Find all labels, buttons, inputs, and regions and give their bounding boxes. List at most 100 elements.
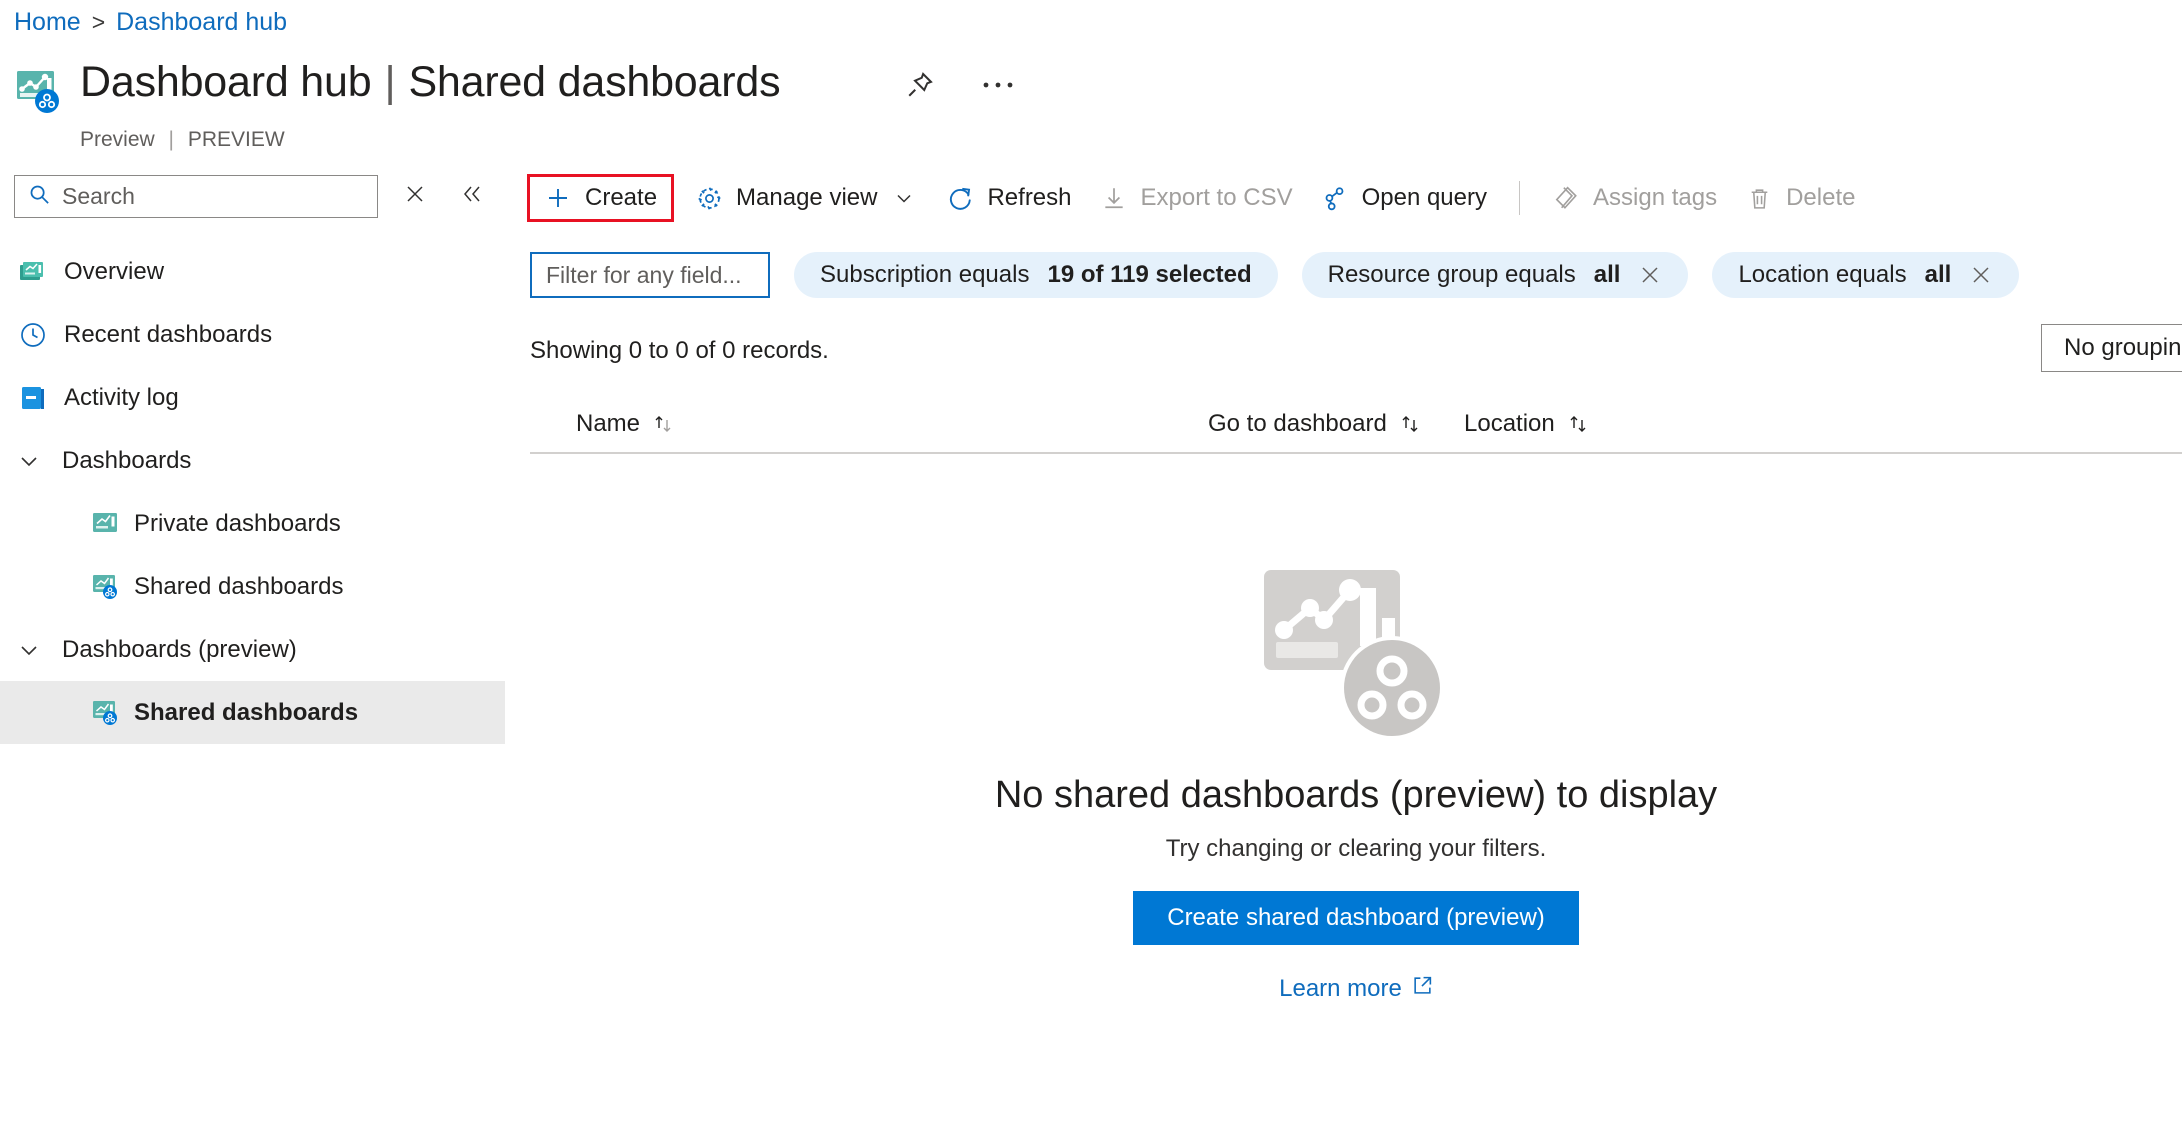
- filter-placeholder: Filter for any field...: [546, 261, 742, 288]
- search-placeholder: Search: [62, 183, 135, 209]
- activity-log-icon: [18, 383, 48, 413]
- sidebar-item-shared-dashboards[interactable]: Shared dashboards: [0, 555, 505, 618]
- chip-value: all: [1924, 261, 1952, 288]
- sidebar-item-label: Recent dashboards: [64, 320, 273, 348]
- open-query-icon: [1321, 184, 1349, 212]
- breadcrumb-separator-icon: >: [91, 9, 106, 35]
- sidebar-item-recent-dashboards[interactable]: Recent dashboards: [0, 303, 505, 366]
- shared-dashboard-icon: [16, 68, 62, 114]
- empty-state-subtitle: Try changing or clearing your filters.: [1165, 835, 1547, 862]
- sidebar-item-label: Overview: [64, 257, 165, 285]
- command-toolbar: Create Manage view Refresh Export to CSV…: [526, 170, 2182, 226]
- chip-prefix: Subscription equals: [820, 261, 1030, 288]
- learn-more-label: Learn more: [1279, 975, 1402, 1002]
- open-query-label: Open query: [1361, 184, 1487, 211]
- sort-icon: [651, 412, 675, 436]
- double-chevron-left-icon[interactable]: [460, 183, 484, 210]
- ellipsis-icon[interactable]: [981, 79, 1015, 91]
- sidebar-group-dashboards-preview[interactable]: Dashboards (preview): [0, 618, 505, 681]
- breadcrumb-current[interactable]: Dashboard hub: [116, 8, 287, 37]
- sidebar-search-row: Search: [0, 175, 505, 218]
- filter-chip-location[interactable]: Location equals all: [1712, 252, 2020, 298]
- close-icon[interactable]: [404, 183, 426, 210]
- external-link-icon: [1412, 975, 1433, 1003]
- create-button[interactable]: Create: [526, 174, 675, 222]
- column-header-location[interactable]: Location: [1464, 410, 1590, 438]
- delete-button: Delete: [1731, 177, 1869, 219]
- filter-chip-subscription[interactable]: Subscription equals 19 of 119 selected: [794, 252, 1278, 298]
- azure-portal-page: Home > Dashboard hub Dashboard hub | Sha…: [0, 0, 2182, 1129]
- download-icon: [1100, 184, 1128, 212]
- open-query-button[interactable]: Open query: [1307, 177, 1501, 219]
- chevron-down-icon: [14, 635, 44, 665]
- manage-view-label: Manage view: [736, 184, 878, 211]
- create-shared-dashboard-button[interactable]: Create shared dashboard (preview): [1133, 891, 1579, 945]
- page-header-actions: [905, 70, 1015, 100]
- records-count: Showing 0 to 0 of 0 records.: [530, 337, 829, 364]
- table-header-row: Name Go to dashboard Location: [530, 396, 2182, 454]
- column-header-go-to-dashboard[interactable]: Go to dashboard: [1208, 410, 1464, 438]
- status-preview: Preview: [80, 128, 155, 151]
- sort-icon: [1566, 412, 1590, 436]
- page-title-secondary: Shared dashboards: [408, 58, 781, 106]
- trash-icon: [1745, 184, 1773, 212]
- empty-state-title: No shared dashboards (preview) to displa…: [994, 774, 1718, 816]
- page-status-line: Preview | PREVIEW: [80, 128, 285, 152]
- empty-state: No shared dashboards (preview) to displa…: [530, 564, 2182, 1003]
- sort-icon: [1398, 412, 1422, 436]
- tag-icon: [1552, 184, 1580, 212]
- chip-prefix: Resource group equals: [1327, 261, 1576, 288]
- toolbar-divider: [1519, 181, 1520, 215]
- shared-dashboard-icon: [92, 699, 119, 726]
- sidebar-group-dashboards[interactable]: Dashboards: [0, 429, 505, 492]
- sidebar-item-label: Shared dashboards: [134, 698, 359, 726]
- chevron-down-icon: [890, 184, 918, 212]
- delete-label: Delete: [1786, 184, 1856, 211]
- dashboards-icon: [18, 257, 48, 287]
- grouping-dropdown[interactable]: No grouping: [2041, 324, 2182, 372]
- close-icon[interactable]: [1969, 263, 1993, 287]
- sidebar: Search Overview Recent dashboards Activi…: [0, 175, 505, 744]
- main-content: Create Manage view Refresh Export to CSV…: [526, 170, 2182, 1003]
- pin-icon[interactable]: [905, 70, 935, 100]
- breadcrumb-home[interactable]: Home: [14, 8, 81, 37]
- refresh-label: Refresh: [987, 184, 1072, 211]
- resources-table: Name Go to dashboard Location: [530, 396, 2182, 454]
- learn-more-link[interactable]: Learn more: [1279, 975, 1433, 1003]
- close-icon[interactable]: [1638, 263, 1662, 287]
- chevron-down-icon: [14, 446, 44, 476]
- column-label: Location: [1464, 410, 1555, 437]
- column-header-name[interactable]: Name: [576, 410, 1208, 438]
- chip-value: 19 of 119 selected: [1047, 261, 1252, 288]
- sidebar-item-label: Dashboards (preview): [62, 635, 297, 663]
- sidebar-item-activity-log[interactable]: Activity log: [0, 366, 505, 429]
- grouping-label: No grouping: [2064, 334, 2182, 361]
- breadcrumb: Home > Dashboard hub: [14, 8, 287, 37]
- shared-dashboard-icon: [92, 573, 119, 600]
- refresh-icon: [946, 184, 974, 212]
- manage-view-button[interactable]: Manage view: [681, 177, 932, 219]
- status-preview-badge: PREVIEW: [187, 128, 285, 151]
- chip-prefix: Location equals: [1738, 261, 1907, 288]
- create-button-label: Create: [585, 184, 658, 211]
- plus-icon: [544, 184, 572, 212]
- refresh-button[interactable]: Refresh: [932, 177, 1085, 219]
- sidebar-item-private-dashboards[interactable]: Private dashboards: [0, 492, 505, 555]
- page-title-separator: |: [384, 58, 396, 106]
- sidebar-item-overview[interactable]: Overview: [0, 240, 505, 303]
- page-title-primary: Dashboard hub: [80, 58, 372, 106]
- filter-chip-resource-group[interactable]: Resource group equals all: [1301, 252, 1689, 298]
- sidebar-item-shared-dashboards-preview[interactable]: Shared dashboards: [0, 681, 505, 744]
- assign-tags-button: Assign tags: [1538, 177, 1731, 219]
- sidebar-nav: Overview Recent dashboards Activity log …: [0, 240, 505, 744]
- sidebar-item-label: Dashboards: [62, 446, 192, 474]
- page-title-row: Dashboard hub | Shared dashboards: [16, 58, 781, 114]
- sidebar-item-label: Shared dashboards: [134, 572, 344, 600]
- status-separator: |: [168, 128, 175, 151]
- assign-tags-label: Assign tags: [1593, 184, 1718, 211]
- sidebar-item-label: Private dashboards: [134, 509, 341, 537]
- filter-any-field-input[interactable]: Filter for any field...: [530, 252, 770, 298]
- column-label: Name: [576, 410, 641, 437]
- export-to-csv-button: Export to CSV: [1086, 177, 1307, 219]
- search-input[interactable]: Search: [14, 175, 378, 218]
